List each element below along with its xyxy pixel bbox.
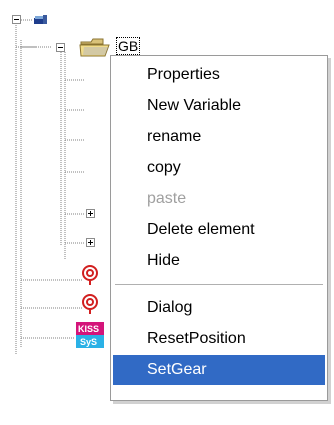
child-expand-button[interactable] <box>86 238 95 247</box>
svg-text:KISS: KISS <box>78 324 99 334</box>
screenshot-stage: GB KISS SyS Properties New Variable rena… <box>0 0 334 425</box>
minus-expander-icon <box>58 47 63 48</box>
menu-separator <box>115 284 323 285</box>
computer-icon <box>34 15 47 24</box>
menu-item-copy[interactable]: copy <box>113 153 325 183</box>
menu-item-delete-element[interactable]: Delete element <box>113 215 325 245</box>
menu-item-reset-position[interactable]: ResetPosition <box>113 324 325 354</box>
svg-text:SyS: SyS <box>80 337 97 347</box>
context-menu: Properties New Variable rename copy past… <box>110 55 328 401</box>
red-target-icon <box>82 294 98 314</box>
menu-item-properties[interactable]: Properties <box>113 60 325 90</box>
gb-collapse-button[interactable] <box>56 43 65 52</box>
tree-node-label-gb[interactable]: GB <box>116 37 141 55</box>
menu-item-paste: paste <box>147 190 187 207</box>
kiss-sys-icon: KISS SyS <box>76 322 104 348</box>
red-target-icon <box>82 265 98 285</box>
menu-item-new-variable[interactable]: New Variable <box>113 91 325 121</box>
menu-item-set-gear[interactable]: SetGear <box>113 355 325 385</box>
menu-item-dialog[interactable]: Dialog <box>113 293 325 323</box>
child-expand-button[interactable] <box>86 209 95 218</box>
menu-item-hide[interactable]: Hide <box>113 246 325 276</box>
folder-open-icon <box>79 38 110 57</box>
menu-item-rename[interactable]: rename <box>113 122 325 152</box>
